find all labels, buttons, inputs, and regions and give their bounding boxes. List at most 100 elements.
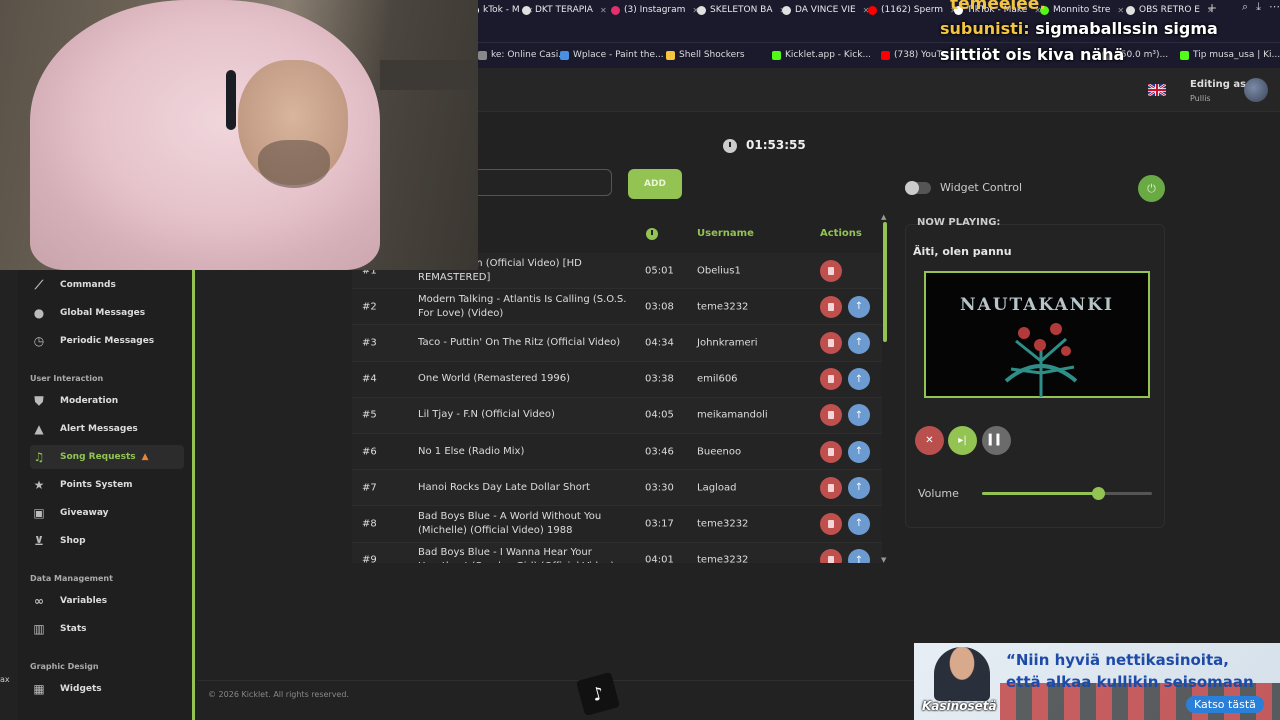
widget-control-toggle[interactable] (905, 181, 931, 195)
sidebar-item-label: Periodic Messages (60, 336, 155, 346)
tab-close-icon[interactable]: ✕ (1117, 6, 1124, 15)
song-title: Hanoi Rocks Day Late Dollar Short (418, 481, 590, 493)
bookmark-label: Wplace - Paint the... (573, 50, 664, 60)
song-title: Bad Boys Blue - I Wanna Hear Your Heartb… (418, 547, 614, 563)
bookmark-label: Kicklet.app - Kick... (785, 50, 872, 60)
uk-flag-icon[interactable] (1148, 84, 1166, 96)
sidebar-section-title: Graphic Design (30, 662, 99, 671)
widget-control-label: Widget Control (940, 181, 1022, 194)
browser-tab[interactable]: Monnito Stre ✕ (1040, 3, 1124, 17)
song-duration: 03:46 (645, 446, 674, 458)
sidebar-item-moderation[interactable]: ⛊ Moderation (30, 389, 184, 413)
webcam-overlay (0, 0, 478, 270)
pause-button[interactable]: ▍▍ (982, 426, 1011, 455)
casino-ad-banner[interactable]: “Niin hyviä nettikasinoita, että alkaa ku… (914, 643, 1280, 720)
move-up-button[interactable]: ↑ (848, 331, 870, 354)
menu-icon[interactable]: ⋯ (1269, 0, 1280, 14)
delete-song-button[interactable] (820, 404, 842, 427)
song-title: Modern Talking - Atlantis Is Calling (S.… (418, 293, 627, 319)
power-button[interactable]: ⏻ (1138, 175, 1165, 202)
bookmark-item[interactable]: (738) YouTu (881, 50, 946, 60)
sidebar-item-global-messages[interactable]: ● Global Messages (30, 301, 184, 325)
song-duration: 03:30 (645, 482, 674, 494)
move-up-button[interactable]: ↑ (848, 549, 870, 563)
requester-username: meikamandoli (697, 409, 768, 421)
chat-username: subunisti: (940, 19, 1030, 38)
sidebar-item-giveaway[interactable]: ▣ Giveaway (30, 501, 184, 525)
bookmark-item[interactable]: ke: Online Casi... (478, 50, 567, 60)
delete-song-button[interactable] (820, 512, 842, 535)
avatar[interactable] (1244, 78, 1268, 102)
browser-tab[interactable]: DKT TERAPIA ✕ (522, 3, 607, 17)
sidebar-item-widgets[interactable]: ▦ Widgets (30, 677, 184, 701)
sidebar-item-label: Global Messages (60, 308, 146, 318)
delete-song-button[interactable] (820, 259, 842, 282)
ad-line-1: “Niin hyviä nettikasinoita, (1006, 651, 1229, 669)
sidebar-item-points-system[interactable]: ★ Points System (30, 473, 184, 497)
tab-label: (1162) Sperm (881, 5, 944, 15)
sidebar: ⟋ Commands ● Global Messages ◷ Periodic Messa… (18, 270, 195, 720)
chat-text: sigmaballssin sigma (1029, 19, 1218, 38)
sidebar-item-commands[interactable]: ⟋ Commands (30, 273, 184, 297)
tab-favicon-icon (1126, 5, 1135, 15)
search-icon[interactable]: ⌕ (1242, 0, 1248, 14)
song-request-input[interactable] (478, 169, 612, 196)
bookmark-item[interactable]: Shell Shockers (666, 50, 745, 60)
volume-slider[interactable] (982, 487, 1152, 500)
clock-icon (723, 139, 737, 153)
tab-close-icon[interactable]: ✕ (600, 6, 607, 15)
sidebar-section-title: Data Management (30, 574, 113, 583)
ad-cta-button[interactable]: Katso tästä (1186, 696, 1264, 713)
sidebar-item-alert-messages[interactable]: ▲ Alert Messages (30, 417, 184, 441)
move-up-button[interactable]: ↑ (848, 404, 870, 427)
delete-song-button[interactable] (820, 440, 842, 463)
song-position: #7 (362, 482, 377, 494)
queue-scrollbar[interactable] (883, 222, 887, 342)
bookmark-item[interactable]: Tip musa_usa | Ki... (1180, 50, 1280, 60)
requester-username: Obelius1 (697, 265, 741, 277)
browser-tab[interactable]: (1162) Sperm✕ (868, 3, 957, 17)
requester-username: teme3232 (697, 301, 749, 313)
browser-tab[interactable]: DA VINCE VIE ✕ (782, 3, 869, 17)
bookmark-item[interactable]: Wplace - Paint the... (560, 50, 664, 60)
browser-tab[interactable]: SKELETON BA✕ (697, 3, 786, 17)
tab-favicon-icon (782, 5, 791, 15)
sidebar-item-shop[interactable]: ⊻ Shop (30, 529, 184, 553)
move-up-button[interactable]: ↑ (848, 295, 870, 318)
move-up-button[interactable]: ↑ (848, 512, 870, 535)
add-song-button[interactable]: ADD (628, 169, 682, 199)
bookmark-item[interactable]: Kicklet.app - Kick... (772, 50, 871, 60)
delete-song-button[interactable] (820, 476, 842, 499)
move-up-button[interactable]: ↑ (848, 368, 870, 391)
browser-tab[interactable]: OBS RETRO E ✕ (1126, 3, 1214, 17)
sidebar-item-periodic-messages[interactable]: ◷ Periodic Messages (30, 329, 184, 353)
delete-song-button[interactable] (820, 331, 842, 354)
move-up-button[interactable]: ↑ (848, 476, 870, 499)
volume-knob[interactable] (1091, 487, 1105, 500)
scroll-up-icon[interactable]: ▲ (881, 213, 886, 221)
delete-song-button[interactable] (820, 368, 842, 391)
delete-song-button[interactable] (820, 295, 842, 318)
table-row: #3 Taco - Puttin' On The Ritz (Official V… (352, 325, 882, 362)
song-title: One World (Remastered 1996) (418, 373, 571, 385)
song-duration: 04:05 (645, 409, 674, 421)
song-title: Lil Tjay - F.N (Official Video) (418, 409, 555, 421)
song-duration: 03:17 (645, 518, 674, 530)
thumbnail-flower-art (1004, 323, 1078, 397)
tab-label: DKT TERAPIA (535, 5, 593, 15)
browser-tab[interactable]: (3) Instagram ✕ (611, 3, 699, 17)
song-position: #2 (362, 301, 377, 313)
play-next-button[interactable]: ▸| (948, 426, 977, 455)
sidebar-item-variables[interactable]: ∞ Variables (30, 589, 184, 613)
new-tab-button[interactable]: + (1207, 1, 1217, 15)
scroll-down-icon[interactable]: ▼ (881, 556, 886, 564)
fire-icon: ▲ (141, 452, 149, 462)
move-up-button[interactable]: ↑ (848, 440, 870, 463)
song-position: #5 (362, 409, 377, 421)
delete-song-button[interactable] (820, 549, 842, 563)
skip-button[interactable]: ✕ (915, 426, 944, 455)
download-icon[interactable]: ⤓ (1256, 0, 1261, 14)
table-row: #4 One World (Remastered 1996) 03:38 emil60… (352, 361, 882, 398)
sidebar-item-song-requests[interactable]: ♫ Song Requests ▲ (30, 445, 184, 469)
sidebar-item-stats[interactable]: ▥ Stats (30, 617, 184, 641)
